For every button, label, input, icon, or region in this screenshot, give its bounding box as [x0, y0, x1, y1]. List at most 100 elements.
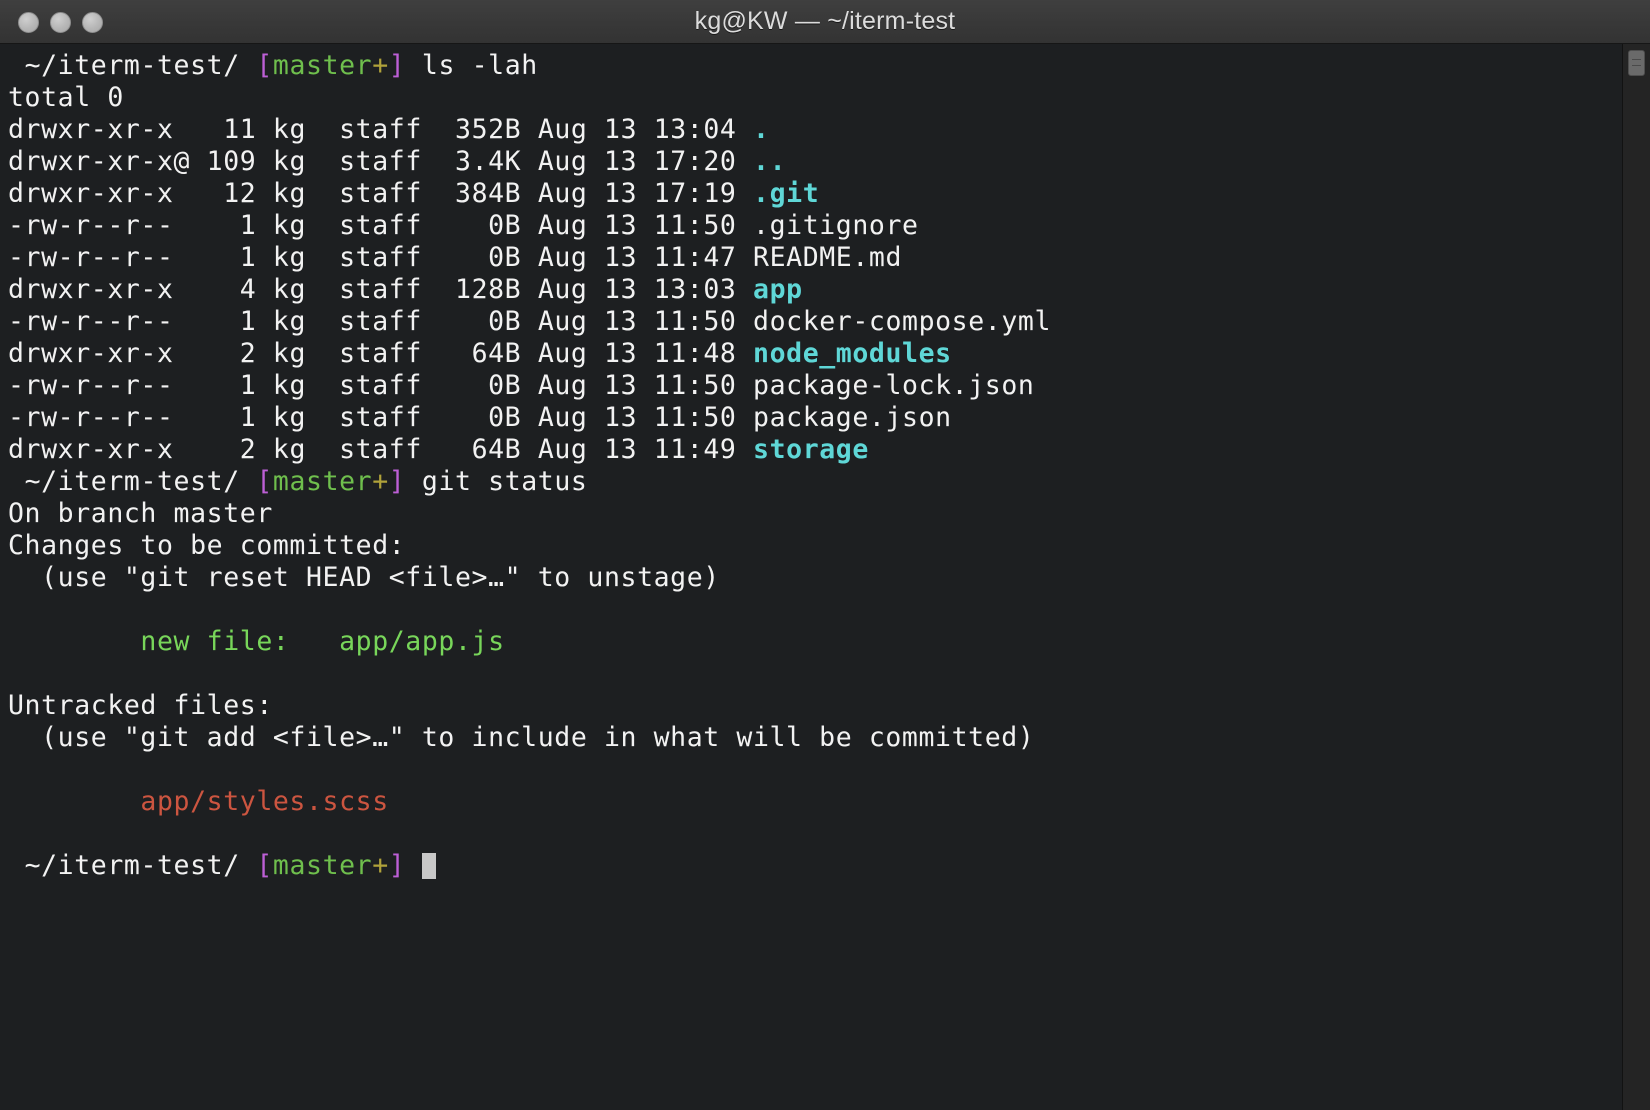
row-owner: kg [273, 274, 306, 305]
bracket-close-icon: ] [389, 466, 406, 497]
git-untracked-header: Untracked files: [8, 690, 1622, 722]
row-owner: kg [273, 338, 306, 369]
row-links: 1 [207, 210, 257, 241]
row-permissions: -rw-r--r-- [8, 242, 190, 273]
row-group: staff [339, 178, 422, 209]
prompt-line-2: ~/iterm-test/ [master+] git status [8, 466, 1622, 498]
text-cursor [422, 853, 436, 879]
git-dirty-marker: + [372, 850, 389, 881]
row-group: staff [339, 434, 422, 465]
row-owner: kg [273, 242, 306, 273]
git-dirty-marker: + [372, 466, 389, 497]
row-owner: kg [273, 210, 306, 241]
git-branch-label: master [273, 466, 372, 497]
minimize-button[interactable] [50, 12, 71, 33]
row-name[interactable]: node_modules [753, 338, 952, 369]
table-row: -rw-r--r-- 1 kg staff 0B Aug 13 11:50 .g… [8, 210, 1622, 242]
row-group: staff [339, 242, 422, 273]
prompt-path: ~/iterm-test/ [25, 50, 240, 81]
row-size: 352B [438, 114, 521, 145]
row-links: 109 [207, 146, 257, 177]
row-group: staff [339, 338, 422, 369]
row-size: 3.4K [438, 146, 521, 177]
prompt-path: ~/iterm-test/ [25, 850, 240, 881]
row-owner: kg [273, 178, 306, 209]
row-size: 128B [438, 274, 521, 305]
row-group: staff [339, 274, 422, 305]
table-row: -rw-r--r-- 1 kg staff 0B Aug 13 11:50 pa… [8, 402, 1622, 434]
row-permissions: drwxr-xr-x [8, 114, 190, 145]
row-size: 0B [438, 306, 521, 337]
row-permissions: drwxr-xr-x [8, 434, 190, 465]
terminal-window: kg@KW — ~/iterm-test ~/iterm-test/ [mast… [0, 0, 1650, 1110]
prompt-path: ~/iterm-test/ [25, 466, 240, 497]
row-group: staff [339, 210, 422, 241]
ls-total-line: total 0 [8, 82, 1622, 114]
row-group: staff [339, 370, 422, 401]
git-staged-hint: (use "git reset HEAD <file>…" to unstage… [8, 562, 1622, 594]
title-bar[interactable]: kg@KW — ~/iterm-test [0, 0, 1650, 44]
row-name[interactable]: docker-compose.yml [753, 306, 1051, 337]
git-untracked-hint: (use "git add <file>…" to include in wha… [8, 722, 1622, 754]
command-git-status: git status [422, 466, 588, 497]
row-date: Aug 13 11:48 [538, 338, 737, 369]
row-group: staff [339, 146, 422, 177]
row-date: Aug 13 17:20 [538, 146, 737, 177]
table-row: drwxr-xr-x@ 109 kg staff 3.4K Aug 13 17:… [8, 146, 1622, 178]
row-owner: kg [273, 402, 306, 433]
blank-line [8, 754, 1622, 786]
row-links: 12 [207, 178, 257, 209]
row-date: Aug 13 17:19 [538, 178, 737, 209]
row-links: 2 [207, 434, 257, 465]
blank-line [8, 594, 1622, 626]
row-size: 0B [438, 210, 521, 241]
blank-line [8, 818, 1622, 850]
row-name[interactable]: .. [753, 146, 786, 177]
row-name[interactable]: . [753, 114, 770, 145]
close-button[interactable] [18, 12, 39, 33]
row-owner: kg [273, 306, 306, 337]
git-branch-line: On branch master [8, 498, 1622, 530]
row-date: Aug 13 13:03 [538, 274, 737, 305]
row-size: 0B [438, 370, 521, 401]
row-permissions: -rw-r--r-- [8, 210, 190, 241]
git-branch-label: master [273, 850, 372, 881]
row-name[interactable]: package.json [753, 402, 952, 433]
bracket-open-icon: [ [256, 50, 273, 81]
bracket-open-icon: [ [256, 466, 273, 497]
blank-line [8, 658, 1622, 690]
row-date: Aug 13 11:50 [538, 210, 737, 241]
git-staged-header: Changes to be committed: [8, 530, 1622, 562]
row-name[interactable]: .gitignore [753, 210, 919, 241]
zoom-button[interactable] [82, 12, 103, 33]
row-name[interactable]: app [753, 274, 803, 305]
row-links: 1 [207, 306, 257, 337]
row-name[interactable]: package-lock.json [753, 370, 1034, 401]
bracket-close-icon: ] [389, 850, 406, 881]
row-links: 11 [207, 114, 257, 145]
command-ls: ls -lah [422, 50, 538, 81]
row-date: Aug 13 11:47 [538, 242, 737, 273]
row-name[interactable]: README.md [753, 242, 902, 273]
vertical-scrollbar[interactable] [1622, 44, 1650, 1110]
row-group: staff [339, 114, 422, 145]
terminal-body[interactable]: ~/iterm-test/ [master+] ls -lah total 0 … [0, 44, 1650, 1110]
git-untracked-file: app/styles.scss [8, 786, 1622, 818]
row-name[interactable]: .git [753, 178, 819, 209]
table-row: drwxr-xr-x 4 kg staff 128B Aug 13 13:03 … [8, 274, 1622, 306]
git-dirty-marker: + [372, 50, 389, 81]
row-size: 0B [438, 242, 521, 273]
row-date: Aug 13 11:50 [538, 402, 737, 433]
terminal-output[interactable]: ~/iterm-test/ [master+] ls -lah total 0 … [0, 44, 1622, 1110]
row-permissions: drwxr-xr-x [8, 274, 190, 305]
table-row: drwxr-xr-x 2 kg staff 64B Aug 13 11:49 s… [8, 434, 1622, 466]
git-branch-label: master [273, 50, 372, 81]
vertical-scroll-thumb[interactable] [1628, 50, 1645, 76]
row-group: staff [339, 306, 422, 337]
row-links: 1 [207, 402, 257, 433]
prompt-line-3[interactable]: ~/iterm-test/ [master+] [8, 850, 1622, 882]
row-name[interactable]: storage [753, 434, 869, 465]
row-links: 1 [207, 370, 257, 401]
row-size: 64B [438, 338, 521, 369]
row-owner: kg [273, 434, 306, 465]
